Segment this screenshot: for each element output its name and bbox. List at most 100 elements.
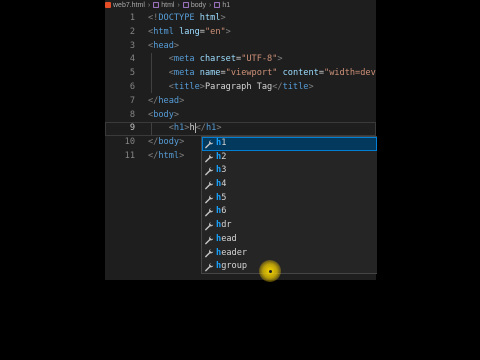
token-text: Paragraph Tag [204, 81, 273, 92]
token-punct: > [173, 109, 180, 120]
code-line[interactable]: 5 <meta name="viewport" content="width=d… [105, 67, 376, 81]
line-number: 3 [129, 40, 135, 51]
token-punct: </ [148, 150, 159, 161]
token-punct: > [220, 13, 226, 23]
suggestion-item-h5[interactable]: h5 [202, 192, 377, 206]
token-punct: > [173, 40, 180, 51]
suggestion-label: 1 [221, 138, 227, 148]
code-text: </html> [148, 150, 184, 164]
wrench-icon [204, 248, 214, 258]
token-punct: > [277, 54, 283, 65]
chevron-right-icon: › [209, 1, 212, 9]
breadcrumb-file[interactable]: web7.html [105, 2, 145, 9]
code-text: <!DOCTYPE html> [148, 12, 226, 26]
token-attr: charset [199, 54, 236, 65]
suggestion-label: 2 [221, 151, 227, 162]
token-punct: > [225, 26, 231, 37]
chevron-right-icon: › [147, 1, 151, 9]
suggestion-item-h1[interactable]: h1 [202, 137, 377, 151]
line-number: 4 [129, 54, 135, 65]
code-text: <meta name="viewport" content="width=dev… [148, 67, 376, 81]
suggestion-item-h3[interactable]: h3 [202, 164, 377, 178]
suggestion-item-hdr[interactable]: h dr [202, 219, 377, 233]
token-punct: </ [148, 95, 159, 106]
token-tag: title [173, 81, 200, 92]
token-punct: </ [195, 123, 206, 134]
wrench-icon [204, 262, 214, 272]
line-number: 2 [129, 26, 135, 37]
token-tag: html [153, 26, 174, 37]
wrench-icon [204, 180, 214, 190]
token-str: "width=device-width, initial-scale=1.0" [324, 68, 376, 79]
wrench-icon [204, 221, 214, 231]
wrench-icon [204, 207, 214, 217]
code-text: <h1>h</h1> [148, 122, 222, 136]
token-punct: > [216, 123, 222, 134]
suggestion-label: dr [221, 220, 232, 231]
autocomplete-suggestions[interactable]: h 1 h 2 h 3 h 4 h 5 h 6 h dr h ead h eader h group [201, 136, 377, 274]
token-tag: DOCTYPE [158, 13, 195, 23]
token-attr: lang [179, 26, 200, 37]
token-tag: head [158, 95, 180, 106]
code-line[interactable]: 8 <body> [105, 109, 376, 123]
line-number: 7 [129, 95, 135, 106]
suggestion-item-hgroup[interactable]: h group [202, 260, 377, 273]
line-number: 9 [129, 123, 135, 134]
line-number: 11 [124, 150, 135, 161]
token-tag: meta [173, 54, 195, 65]
token-str: "viewport" [225, 68, 278, 79]
suggestion-label: eader [221, 247, 248, 258]
token-punct: <! [148, 13, 159, 23]
html-file-icon [105, 2, 111, 8]
wrench-icon [204, 194, 214, 204]
token-punct: </ [148, 137, 159, 148]
token-punct: > [179, 137, 185, 148]
wrench-icon [204, 235, 214, 245]
wrench-icon [204, 139, 214, 149]
breadcrumb-item-h1[interactable]: h1 [214, 2, 230, 9]
code-line[interactable]: 7 </head> [105, 95, 376, 109]
code-line[interactable]: 2 <html lang="en"> [105, 26, 376, 40]
suggestion-label: group [221, 261, 248, 272]
code-line[interactable]: 9 <h1>h</h1> [105, 122, 376, 137]
element-icon [214, 2, 221, 8]
code-line[interactable]: 1 <!DOCTYPE html> [105, 12, 376, 26]
mouse-pointer-icon [269, 270, 272, 273]
token-tag: html [158, 150, 180, 161]
line-number: 10 [124, 137, 135, 148]
token-tag: h1 [173, 123, 185, 134]
token-tag: h1 [205, 123, 217, 134]
suggestion-label: 6 [221, 206, 227, 217]
token-attr: content [282, 68, 319, 79]
code-text: <meta charset="UTF-8"> [148, 53, 283, 67]
token-punct: > [179, 150, 185, 161]
token-str: "UTF-8" [241, 54, 278, 65]
wrench-icon [204, 166, 214, 176]
breadcrumb-item-body[interactable]: body [182, 2, 206, 9]
suggestion-item-h6[interactable]: h6 [202, 205, 377, 219]
code-line[interactable]: 6 <title>Paragraph Tag</title> [105, 81, 376, 95]
suggestion-item-head[interactable]: h ead [202, 233, 377, 247]
line-number: 5 [129, 68, 135, 79]
suggestion-label: 5 [221, 192, 227, 203]
code-line[interactable]: 3 <head> [105, 40, 376, 54]
token-attr: name [199, 68, 221, 79]
element-icon [182, 2, 189, 8]
suggestion-item-header[interactable]: h eader [202, 247, 377, 261]
line-number: 1 [129, 13, 135, 23]
breadcrumb-item-html[interactable]: html [153, 2, 174, 9]
token-punct: > [308, 81, 314, 92]
code-line[interactable]: 4 <meta charset="UTF-8"> [105, 53, 376, 67]
suggestion-item-h2[interactable]: h2 [202, 151, 377, 165]
suggestion-label: 4 [221, 179, 227, 190]
token-tag: title [282, 81, 309, 92]
wrench-icon [204, 153, 214, 163]
code-text: </body> [148, 136, 184, 150]
chevron-right-icon: › [177, 1, 180, 9]
line-number: 6 [129, 81, 135, 92]
code-text: <head> [148, 40, 179, 54]
suggestion-item-h4[interactable]: h4 [202, 178, 377, 192]
